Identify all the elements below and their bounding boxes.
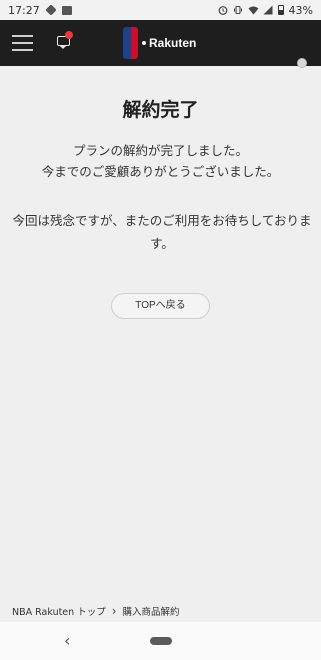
status-time: 17:27	[8, 3, 40, 17]
user-icon[interactable]	[297, 58, 307, 68]
breadcrumb-separator-icon: ›	[111, 604, 117, 618]
chat-icon[interactable]	[57, 31, 73, 49]
breadcrumb-item-top[interactable]: NBA Rakuten トップ	[12, 604, 106, 618]
vibrate-icon	[233, 5, 243, 15]
message-line-2: 今までのご愛顧ありがとうございました。	[41, 164, 280, 179]
battery-icon	[277, 5, 284, 15]
status-bar: 17:27 43%	[0, 0, 321, 20]
notification-badge	[65, 31, 73, 39]
farewell-message: 今回は残念ですが、またのご利用をお待ちしております。	[12, 213, 312, 251]
logo-dot	[142, 41, 146, 45]
system-nav-bar: ‹	[0, 622, 321, 660]
message-line-1: プランの解約が完了しました。	[72, 143, 248, 158]
home-pill-icon[interactable]	[150, 637, 172, 645]
hamburger-icon[interactable]	[12, 35, 33, 51]
breadcrumb-item-current: 購入商品解約	[122, 607, 180, 618]
back-to-top-button[interactable]: TOPへ戻る	[111, 293, 210, 319]
breadcrumb: NBA Rakuten トップ › 購入商品解約	[12, 604, 180, 618]
battery-percent: 43%	[288, 3, 313, 17]
alarm-icon	[218, 5, 228, 15]
nba-logo-icon	[123, 27, 138, 59]
nba-rakuten-logo[interactable]: Rakuten	[123, 27, 196, 59]
rakuten-wordmark: Rakuten	[149, 36, 197, 50]
image-icon	[61, 5, 72, 15]
wifi-icon	[248, 5, 259, 15]
page-title: 解約完了	[122, 99, 199, 121]
signal-icon	[263, 5, 273, 15]
app-header: Rakuten	[0, 20, 321, 68]
back-icon[interactable]: ‹	[64, 631, 70, 650]
notification-hex-icon	[45, 4, 57, 16]
completion-message: プランの解約が完了しました。 今までのご愛顧ありがとうございました。	[0, 140, 321, 182]
